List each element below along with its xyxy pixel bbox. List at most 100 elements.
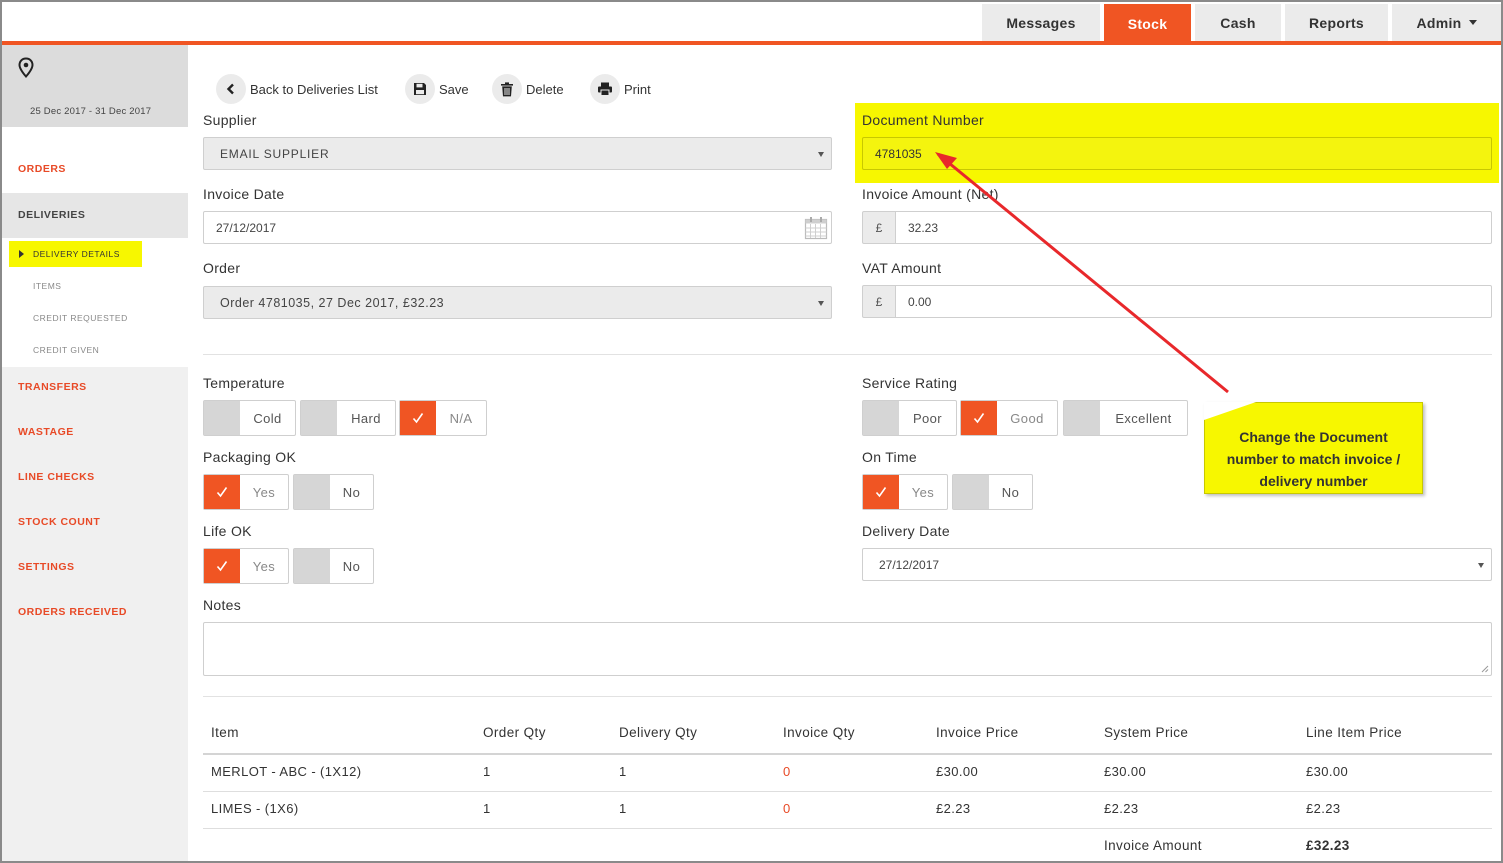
sidebar-subitem-items[interactable]: ITEMS (33, 281, 61, 291)
service-excellent-label: Excellent (1115, 410, 1172, 426)
save-button-label: Save (439, 81, 469, 97)
invoice-amount-input[interactable]: 32.23 (896, 211, 1492, 244)
invoice-amount-label: Invoice Amount (Net) (862, 186, 999, 202)
calendar-icon[interactable] (804, 216, 828, 240)
table-cell-invoice-qty[interactable]: 0 (783, 801, 791, 816)
invoice-date-label: Invoice Date (203, 186, 285, 202)
sidebar-header: 25 Dec 2017 - 31 Dec 2017 (2, 45, 188, 127)
packaging-yes-toggle[interactable]: Yes (203, 474, 289, 510)
chevron-down-icon (1468, 20, 1477, 25)
sidebar-subitem-credit-given[interactable]: CREDIT GIVEN (33, 345, 99, 355)
supplier-select-value: EMAIL SUPPLIER (220, 146, 330, 161)
table-cell-line-item-price: £2.23 (1306, 801, 1341, 816)
checkbox-box (863, 401, 899, 435)
date-range[interactable]: 25 Dec 2017 - 31 Dec 2017 (30, 106, 151, 117)
delivery-date-value: 27/12/2017 (879, 557, 940, 572)
invoice-date-field[interactable]: 27/12/2017 (203, 211, 832, 244)
sidebar-item-orders-received[interactable]: ORDERS RECEIVED (18, 606, 127, 618)
nav-cash[interactable]: Cash (1195, 4, 1281, 41)
notes-textarea[interactable] (203, 622, 1492, 676)
table-header-line-item-price: Line Item Price (1306, 725, 1403, 740)
nav-stock[interactable]: Stock (1104, 4, 1191, 43)
checkmark-icon (204, 549, 240, 583)
nav-admin-label: Admin (1416, 14, 1462, 31)
trash-icon (492, 74, 522, 104)
callout-line-1: Change the Document (1239, 429, 1388, 445)
table-cell-delivery-qty: 1 (619, 801, 627, 816)
divider (203, 696, 1492, 697)
service-poor-toggle[interactable]: Poor (862, 400, 957, 436)
print-button[interactable]: Print (590, 74, 651, 104)
caret-down-icon (1478, 563, 1484, 568)
table-header-item: Item (211, 725, 239, 740)
service-excellent-toggle[interactable]: Excellent (1063, 400, 1188, 436)
vat-amount-input[interactable]: 0.00 (896, 285, 1492, 318)
checkmark-icon (400, 401, 436, 435)
life-yes-toggle[interactable]: Yes (203, 548, 289, 584)
checkmark-icon (961, 401, 997, 435)
floppy-disk-icon (405, 74, 435, 104)
delete-button[interactable]: Delete (492, 74, 564, 104)
service-good-toggle[interactable]: Good (960, 400, 1058, 436)
callout-line-3: delivery number (1259, 473, 1368, 489)
save-button[interactable]: Save (405, 74, 469, 104)
table-header-system-price: System Price (1104, 725, 1189, 740)
checkbox-box (1064, 401, 1100, 435)
delete-button-label: Delete (526, 81, 564, 97)
service-good-label: Good (1010, 410, 1044, 426)
sidebar-item-settings[interactable]: SETTINGS (18, 561, 75, 573)
table-cell-delivery-qty: 1 (619, 764, 627, 779)
nav-messages[interactable]: Messages (982, 4, 1100, 41)
sidebar-item-deliveries-label: DELIVERIES (18, 209, 86, 221)
temperature-na-toggle[interactable]: N/A (399, 400, 487, 436)
table-cell-invoice-price: £2.23 (936, 801, 971, 816)
resize-grip-icon[interactable] (1481, 665, 1489, 673)
life-no-toggle[interactable]: No (293, 548, 374, 584)
life-yes-label: Yes (252, 558, 276, 574)
table-cell-invoice-price: £30.00 (936, 764, 979, 779)
checkbox-box (301, 401, 337, 435)
table-cell-invoice-qty[interactable]: 0 (783, 764, 791, 779)
life-no-label: No (342, 558, 361, 574)
temperature-cold-toggle[interactable]: Cold (203, 400, 296, 436)
table-cell-item: LIMES - (1X6) (211, 801, 299, 816)
order-label: Order (203, 260, 241, 276)
order-select[interactable]: Order 4781035, 27 Dec 2017, £32.23 (203, 286, 832, 319)
sidebar-item-orders[interactable]: ORDERS (18, 163, 66, 175)
location-pin-icon[interactable] (17, 57, 35, 79)
sidebar-item-deliveries[interactable]: DELIVERIES (2, 193, 188, 238)
invoice-amount-value: 32.23 (908, 220, 939, 235)
on-time-yes-label: Yes (911, 484, 935, 500)
sidebar-item-wastage[interactable]: WASTAGE (18, 426, 74, 438)
temperature-hard-label: Hard (351, 410, 381, 426)
vat-amount-currency: £ (862, 285, 896, 318)
nav-reports[interactable]: Reports (1285, 4, 1388, 41)
callout-fold (1204, 402, 1256, 420)
printer-icon (590, 74, 620, 104)
nav-admin[interactable]: Admin (1392, 4, 1501, 41)
sidebar-subitem-credit-requested[interactable]: CREDIT REQUESTED (33, 313, 128, 323)
order-select-value: Order 4781035, 27 Dec 2017, £32.23 (220, 295, 445, 310)
table-header-invoice-qty: Invoice Qty (783, 725, 855, 740)
caret-down-icon (818, 301, 824, 306)
sidebar-item-stock-count[interactable]: STOCK COUNT (18, 516, 100, 528)
invoice-amount-total-value: £32.23 (1306, 838, 1350, 853)
table-cell-system-price: £30.00 (1104, 764, 1147, 779)
document-number-input[interactable]: 4781035 (862, 137, 1492, 170)
temperature-hard-toggle[interactable]: Hard (300, 400, 396, 436)
checkbox-box (294, 549, 330, 583)
delivery-date-select[interactable]: 27/12/2017 (862, 548, 1492, 581)
service-poor-label: Poor (912, 410, 943, 426)
on-time-no-toggle[interactable]: No (952, 474, 1033, 510)
table-cell-line-item-price: £30.00 (1306, 764, 1349, 779)
sidebar-item-transfers[interactable]: TRANSFERS (18, 381, 87, 393)
sidebar-item-line-checks[interactable]: LINE CHECKS (18, 471, 95, 483)
table-row-divider (203, 828, 1492, 829)
on-time-label: On Time (862, 449, 918, 465)
on-time-yes-toggle[interactable]: Yes (862, 474, 948, 510)
packaging-no-toggle[interactable]: No (293, 474, 374, 510)
sidebar-subitem-delivery-details[interactable]: DELIVERY DETAILS (9, 241, 142, 267)
supplier-select[interactable]: EMAIL SUPPLIER (203, 137, 832, 170)
checkmark-icon (863, 475, 899, 509)
back-button[interactable]: Back to Deliveries List (216, 74, 378, 104)
